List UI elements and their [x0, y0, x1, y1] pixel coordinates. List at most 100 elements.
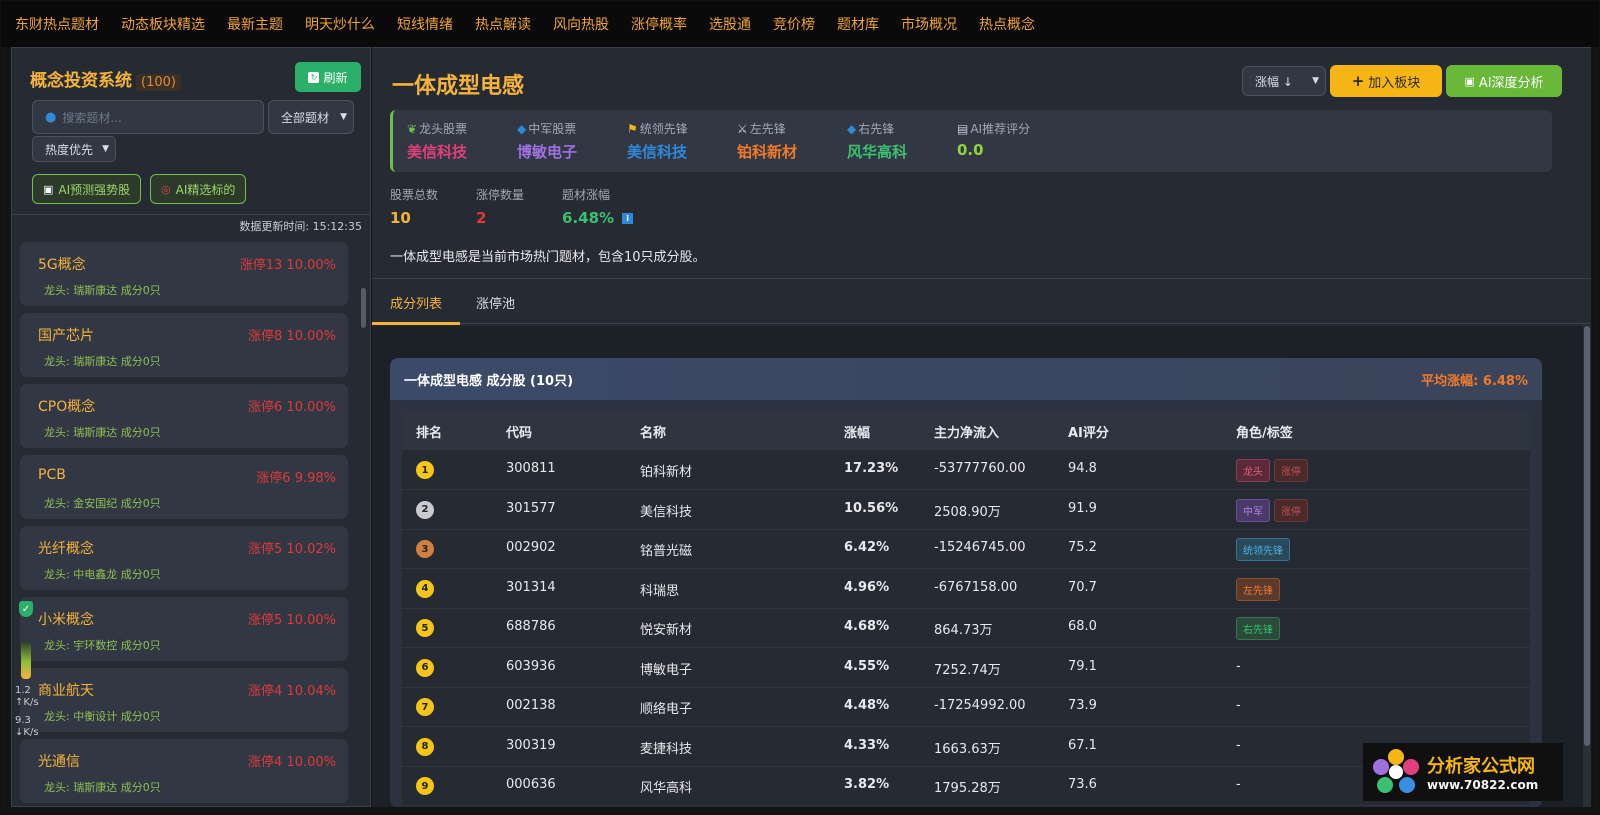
concept-name: 光通信: [38, 754, 80, 770]
nav-item[interactable]: 热点解读: [475, 14, 531, 34]
concept-limit-stat: 涨停5 10.00%: [248, 613, 336, 628]
stock-code: 300811: [506, 461, 556, 476]
ai-select-button[interactable]: ◎ AI精选标的: [150, 174, 247, 204]
role-value[interactable]: 博敏电子: [517, 141, 627, 162]
sidebar-scrollbar[interactable]: [361, 288, 366, 328]
stock-name[interactable]: 麦捷科技: [640, 738, 692, 757]
table-row[interactable]: 1 300811 铂科新材 17.23% -53777760.00 94.8 龙头 涨停: [402, 450, 1530, 490]
role-label: ⚔ 左先锋: [737, 120, 847, 137]
tab-constituents[interactable]: 成分列表: [390, 293, 442, 312]
nav-item[interactable]: 最新主题: [227, 14, 283, 34]
concept-card[interactable]: 小米概念 涨停5 10.00% 龙头: 宇环数控 成分0只: [20, 597, 348, 661]
column-header[interactable]: 涨幅: [844, 422, 870, 441]
stock-name[interactable]: 悦安新材: [640, 619, 692, 638]
concept-card[interactable]: 国产芯片 涨停8 10.00% 龙头: 瑞斯康达 成分0只: [20, 313, 348, 377]
stock-code: 002902: [506, 540, 556, 555]
role-label: ◆ 中军股票: [517, 120, 627, 137]
concept-card[interactable]: PCB 涨停6 9.98% 龙头: 金安国纪 成分0只: [20, 455, 348, 519]
main-net-inflow: -17254992.00: [934, 698, 1026, 713]
ai-analysis-button[interactable]: ▣ AI深度分析: [1446, 65, 1562, 97]
role-tags: 左先锋: [1236, 577, 1284, 601]
change-percent: 4.33%: [844, 737, 890, 753]
role-value[interactable]: 美信科技: [407, 141, 517, 162]
table-row[interactable]: 2 301577 美信科技 10.56% 2508.90万 91.9 中军 涨停: [402, 490, 1530, 530]
role-tags: 中军 涨停: [1236, 498, 1312, 522]
column-header[interactable]: 主力净流入: [934, 422, 999, 441]
table-row[interactable]: 5 688786 悦安新材 4.68% 864.73万 68.0 右先锋: [402, 608, 1530, 648]
stock-name[interactable]: 科瑞思: [640, 580, 679, 599]
nav-item[interactable]: 市场概况: [901, 14, 957, 34]
refresh-label: 刷新: [323, 70, 348, 85]
role-item: ⚑ 统领先锋美信科技: [627, 120, 737, 162]
concept-meta: 龙头: 瑞斯康达 成分0只: [44, 355, 161, 368]
nav-item[interactable]: 选股通: [709, 14, 751, 34]
tab-limit-up-pool[interactable]: 涨停池: [476, 293, 515, 312]
main-scrollbar[interactable]: [1583, 326, 1591, 807]
nav-item[interactable]: 明天炒什么: [305, 14, 375, 34]
chevron-down-icon: ▼: [340, 112, 347, 122]
stock-name[interactable]: 顺络电子: [640, 698, 692, 717]
change-sort-select[interactable]: 涨幅 ↓ ▼: [1242, 66, 1326, 96]
table-row[interactable]: 4 301314 科瑞思 4.96% -6767158.00 70.7 左先锋: [402, 569, 1530, 609]
ai-score: 75.2: [1068, 540, 1097, 555]
column-header[interactable]: 名称: [640, 422, 666, 441]
flag-icon: ⚑: [627, 122, 638, 136]
role-value[interactable]: 铂科新材: [737, 141, 847, 162]
network-widget: ✓ 1.2 ↑K/s 9.3 ↓K/s: [15, 601, 41, 751]
change-sort-value: 涨幅 ↓: [1255, 74, 1293, 89]
concept-card[interactable]: CPO概念 涨停6 10.00% 龙头: 瑞斯康达 成分0只: [20, 384, 348, 448]
stat-value: 10: [390, 209, 438, 227]
target-icon: ◎: [161, 182, 171, 196]
change-percent: 4.55%: [844, 658, 890, 674]
ai-predict-button[interactable]: ▣ AI预测强势股: [32, 174, 142, 204]
concept-card[interactable]: 光通信 涨停4 10.00% 龙头: 瑞斯康达 成分0只: [20, 739, 348, 803]
table-row[interactable]: 7 002138 顺络电子 4.48% -17254992.00 73.9 -: [402, 687, 1530, 727]
stat-item: 股票总数 10: [390, 186, 438, 227]
column-header[interactable]: 排名: [416, 422, 442, 441]
concept-card[interactable]: 5G概念 涨停13 10.00% 龙头: 瑞斯康达 成分0只: [20, 242, 348, 306]
concept-card[interactable]: 光纤概念 涨停5 10.02% 龙头: 中电鑫龙 成分0只: [20, 526, 348, 590]
concept-meta: 龙头: 瑞斯康达 成分0只: [44, 284, 161, 297]
search-placeholder: 搜索题材...: [62, 110, 122, 125]
nav-item[interactable]: 涨停概率: [631, 14, 687, 34]
topic-filter-select[interactable]: 全部题材 ▼: [268, 100, 354, 134]
rank-badge: 3: [416, 540, 434, 558]
empty-tag: -: [1236, 698, 1241, 713]
info-icon[interactable]: i: [622, 213, 634, 224]
stat-item: 涨停数量 2: [476, 186, 524, 227]
role-label-text: 统领先锋: [639, 122, 688, 136]
role-value[interactable]: 美信科技: [627, 141, 737, 162]
role-value[interactable]: 风华高科: [847, 141, 957, 162]
app-window: 东财热点题材 动态板块精选 最新主题 明天炒什么 短线情绪 热点解读 风向热股 涨停概率 选股通…: [0, 0, 1600, 815]
stock-name[interactable]: 铂科新材: [640, 461, 692, 480]
concept-card[interactable]: 商业航天 涨停4 10.04% 龙头: 中衡设计 成分0只: [20, 668, 348, 732]
table-row[interactable]: 3 002902 铭普光磁 6.42% -15246745.00 75.2 统领先锋: [402, 529, 1530, 569]
stock-name[interactable]: 美信科技: [640, 501, 692, 520]
stock-name[interactable]: 铭普光磁: [640, 540, 692, 559]
sort-select[interactable]: 热度优先 ▼: [32, 136, 116, 162]
table-row[interactable]: 8 300319 麦捷科技 4.33% 1663.63万 67.1 -: [402, 727, 1530, 767]
stock-code: 301314: [506, 579, 556, 595]
add-to-board-button[interactable]: + 加入板块: [1330, 65, 1442, 97]
main-scrollbar-thumb[interactable]: [1584, 326, 1590, 746]
nav-item[interactable]: 题材库: [837, 14, 879, 34]
concept-meta: 龙头: 中衡设计 成分0只: [44, 710, 161, 723]
role-tags: 统领先锋: [1236, 538, 1294, 561]
robot-icon: ▣: [1464, 74, 1475, 88]
table-row[interactable]: 6 603936 博敏电子 4.55% 7252.74万 79.1 -: [402, 648, 1530, 688]
column-header[interactable]: AI评分: [1068, 422, 1109, 441]
stock-name[interactable]: 博敏电子: [640, 659, 692, 678]
nav-item[interactable]: 动态板块精选: [121, 14, 205, 34]
search-input[interactable]: ● 搜索题材...: [32, 100, 264, 134]
table-row[interactable]: 9 000636 风华高科 3.82% 1795.28万 73.6 -: [402, 766, 1530, 806]
nav-item[interactable]: 东财热点题材: [15, 14, 99, 34]
column-header[interactable]: 角色/标签: [1236, 422, 1293, 441]
nav-item[interactable]: 热点概念: [979, 14, 1035, 34]
stock-name[interactable]: 风华高科: [640, 777, 692, 796]
role-value[interactable]: 0.0: [957, 141, 1067, 159]
nav-item[interactable]: 风向热股: [553, 14, 609, 34]
nav-item[interactable]: 竞价榜: [773, 14, 815, 34]
column-header[interactable]: 代码: [506, 422, 532, 441]
nav-item[interactable]: 短线情绪: [397, 14, 453, 34]
refresh-button[interactable]: ↻ 刷新: [295, 62, 361, 92]
